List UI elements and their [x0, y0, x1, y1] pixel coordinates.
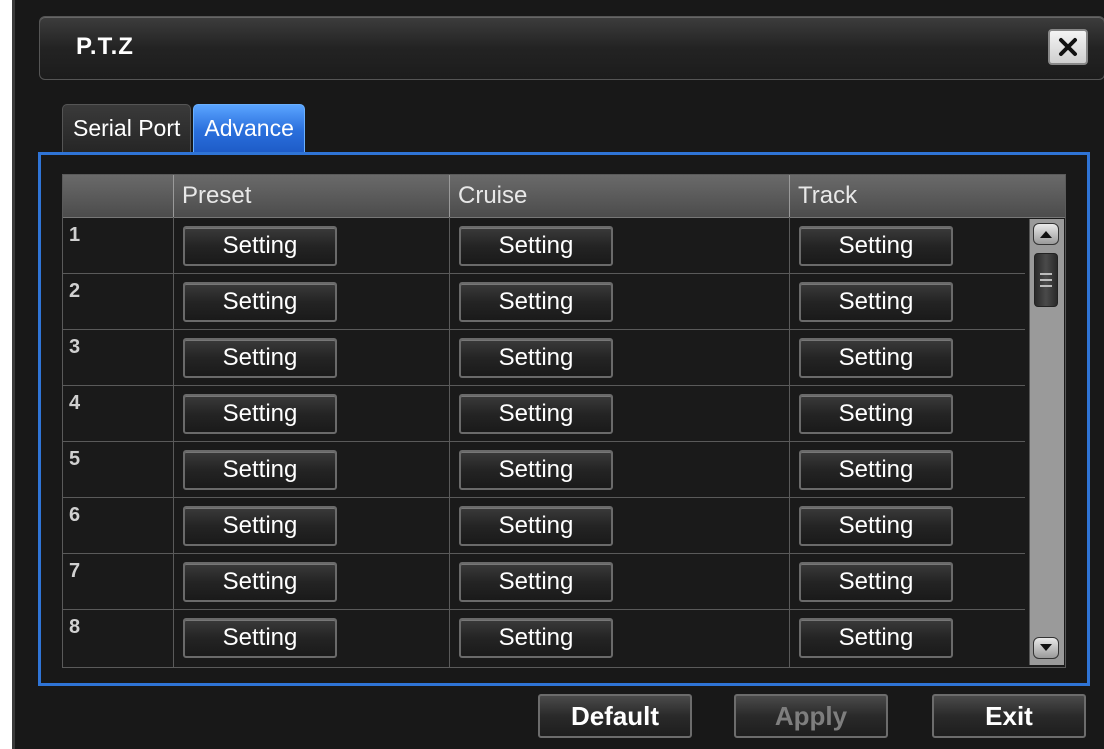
chevron-up-icon — [1040, 231, 1052, 238]
row-number: 4 — [69, 392, 81, 414]
header-preset: Preset — [173, 175, 449, 217]
tab-serial-port[interactable]: Serial Port — [62, 104, 192, 152]
table-header: Preset Cruise Track — [63, 175, 1065, 218]
grip-icon — [1040, 273, 1052, 275]
header-track: Track — [789, 175, 1065, 217]
preset-setting-button[interactable]: Setting — [183, 394, 337, 434]
preset-setting-button[interactable]: Setting — [183, 226, 337, 266]
cruise-setting-button[interactable]: Setting — [459, 226, 613, 266]
preset-setting-button[interactable]: Setting — [183, 506, 337, 546]
header-cruise: Cruise — [449, 175, 789, 217]
vertical-scrollbar[interactable] — [1029, 219, 1064, 665]
tab-advance[interactable]: Advance — [193, 104, 305, 152]
track-setting-button[interactable]: Setting — [799, 394, 953, 434]
tab-bar: Serial Port Advance — [62, 104, 307, 152]
apply-button[interactable]: Apply — [734, 694, 888, 738]
table-row: 5 Setting Setting Setting — [63, 442, 1025, 498]
ptz-settings-table: Preset Cruise Track 1 Setting Setting Se… — [62, 174, 1066, 668]
row-number: 7 — [69, 560, 81, 582]
cruise-setting-button[interactable]: Setting — [459, 506, 613, 546]
preset-setting-button[interactable]: Setting — [183, 338, 337, 378]
row-number: 8 — [69, 616, 81, 638]
track-setting-button[interactable]: Setting — [799, 562, 953, 602]
dialog-title: P.T.Z — [76, 33, 134, 60]
row-number: 1 — [69, 224, 81, 246]
row-number: 6 — [69, 504, 81, 526]
cruise-setting-button[interactable]: Setting — [459, 338, 613, 378]
table-row: 6 Setting Setting Setting — [63, 498, 1025, 554]
scroll-up-button[interactable] — [1033, 223, 1059, 245]
scroll-down-button[interactable] — [1033, 637, 1059, 659]
cruise-setting-button[interactable]: Setting — [459, 450, 613, 490]
table-row: 2 Setting Setting Setting — [63, 274, 1025, 330]
row-number: 2 — [69, 280, 81, 302]
table-row: 3 Setting Setting Setting — [63, 330, 1025, 386]
grip-icon — [1040, 285, 1052, 287]
close-icon — [1059, 38, 1077, 56]
cruise-setting-button[interactable]: Setting — [459, 282, 613, 322]
table-row: 7 Setting Setting Setting — [63, 554, 1025, 610]
table-row: 1 Setting Setting Setting — [63, 218, 1025, 274]
table-row: 4 Setting Setting Setting — [63, 386, 1025, 442]
track-setting-button[interactable]: Setting — [799, 226, 953, 266]
exit-button[interactable]: Exit — [932, 694, 1086, 738]
track-setting-button[interactable]: Setting — [799, 338, 953, 378]
close-button[interactable] — [1048, 29, 1088, 65]
track-setting-button[interactable]: Setting — [799, 618, 953, 658]
track-setting-button[interactable]: Setting — [799, 282, 953, 322]
chevron-down-icon — [1040, 644, 1052, 651]
cruise-setting-button[interactable]: Setting — [459, 562, 613, 602]
table-row: 8 Setting Setting Setting — [63, 610, 1025, 666]
track-setting-button[interactable]: Setting — [799, 450, 953, 490]
preset-setting-button[interactable]: Setting — [183, 618, 337, 658]
cruise-setting-button[interactable]: Setting — [459, 618, 613, 658]
default-button[interactable]: Default — [538, 694, 692, 738]
track-setting-button[interactable]: Setting — [799, 506, 953, 546]
scroll-thumb[interactable] — [1034, 253, 1058, 307]
title-bar: P.T.Z — [39, 16, 1104, 80]
grip-icon — [1040, 279, 1052, 281]
header-index — [63, 175, 173, 217]
preset-setting-button[interactable]: Setting — [183, 282, 337, 322]
preset-setting-button[interactable]: Setting — [183, 450, 337, 490]
row-number: 5 — [69, 448, 81, 470]
preset-setting-button[interactable]: Setting — [183, 562, 337, 602]
cruise-setting-button[interactable]: Setting — [459, 394, 613, 434]
row-number: 3 — [69, 336, 81, 358]
